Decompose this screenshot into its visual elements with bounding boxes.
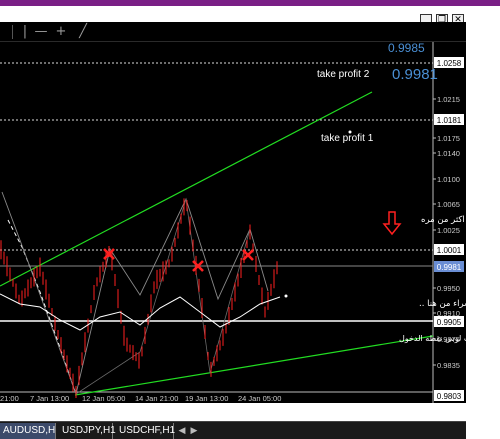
time-tick-label: 14 Jan 21:00 [135, 394, 178, 403]
upper-trendline [0, 91, 373, 287]
price-marker [284, 294, 288, 298]
price-label-blue-b: 0.9981 [392, 66, 438, 83]
time-tick-label: 12 Jan 05:00 [82, 394, 125, 403]
trendline-icon[interactable]: ╱ [74, 24, 92, 40]
window-title-bar: _ ❐ ✕ [0, 6, 500, 26]
price-box-current: 0.9981 [434, 261, 464, 272]
time-tick-label: 24 Jan 05:00 [238, 394, 281, 403]
price-tick-label: 0.9875 [437, 335, 460, 344]
price-box-1-0001: 1.0001 [434, 244, 464, 255]
price-tick-label: 0.9950 [437, 284, 460, 293]
time-tick-label: 7 Jan 13:00 [30, 394, 69, 403]
time-axis: 21:00 7 Jan 13:00 12 Jan 05:00 14 Jan 21:00… [0, 394, 281, 403]
svg-text:1.0181: 1.0181 [437, 116, 462, 125]
price-chart[interactable]: take profit 2 take profit 1 0.9985 0.998… [0, 42, 466, 403]
hline-tool-icon[interactable]: — [32, 24, 50, 40]
chart-canvas[interactable]: take profit 2 take profit 1 0.9985 0.998… [0, 42, 466, 403]
arabic-note-1: بسم الله الرحمن الرحيم مازال التوصيه شرا… [421, 215, 466, 225]
price-tick-label: 1.0215 [437, 95, 460, 104]
svg-text:1.0001: 1.0001 [437, 246, 462, 255]
take-profit-1-label: take profit 1 [321, 133, 374, 144]
price-label-blue-a: 0.9985 [388, 42, 425, 55]
up-arrow-icon [382, 211, 402, 236]
side-panel [466, 22, 500, 439]
tab-usdchf[interactable]: USDCHF,H1 [113, 423, 175, 439]
tab-audusd[interactable]: AUDUSD,H1 [0, 423, 56, 439]
price-box-bottom: 0.9803 [434, 390, 464, 401]
price-tick-label: 1.0140 [437, 149, 460, 158]
svg-text:0.9803: 0.9803 [437, 392, 462, 401]
price-box-tp2: 1.0258 [434, 57, 464, 68]
svg-text:0.9981: 0.9981 [437, 263, 462, 272]
price-tick-label: 1.0065 [437, 200, 460, 209]
grey-zigzag-line-2 [75, 198, 251, 395]
toolbar-separator [12, 25, 13, 39]
time-tick-label: 19 Jan 13:00 [185, 394, 228, 403]
price-tick-label: 1.0175 [437, 134, 460, 143]
take-profit-2-label: take profit 2 [317, 69, 370, 80]
grey-zigzag-line [1, 191, 269, 396]
svg-text:1.0258: 1.0258 [437, 59, 462, 68]
svg-text:0.9905: 0.9905 [437, 318, 462, 327]
arabic-note-2: كما نبهت من قبل ان السعر وصل ل ٠.٩٩٠٥ من… [419, 299, 466, 309]
tab-scroll-left-icon[interactable]: ◀ [176, 424, 188, 438]
dashed-wave-line [7, 219, 77, 395]
tab-usdjpy[interactable]: USDJPY,H1 [56, 423, 116, 439]
chart-tab-bar: AUDUSD,H1 USDJPY,H1 USDCHF,H1 ◀ ▶ [0, 421, 466, 439]
price-tick-label: 1.0025 [437, 226, 460, 235]
price-box-entry: 0.9905 [434, 316, 464, 327]
price-tick-label: 0.9835 [437, 361, 460, 370]
price-box-tp1: 1.0181 [434, 114, 464, 125]
price-tick-label: 1.0100 [437, 175, 460, 184]
chart-toolbar: | — + ╱ [0, 22, 466, 42]
price-axis: 1.0215 1.0175 1.0140 1.0100 1.0065 1.0025 0.99… [433, 95, 460, 370]
tab-scroll-right-icon[interactable]: ▶ [188, 424, 200, 438]
lower-trendline [74, 335, 434, 396]
crosshair-icon[interactable]: + [52, 24, 70, 40]
time-tick-label: 21:00 [0, 394, 19, 403]
